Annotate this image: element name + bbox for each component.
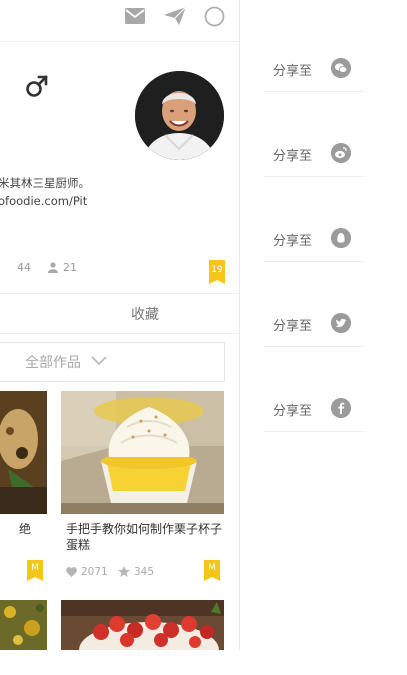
bio-link[interactable]: ofoodie.com/Pit	[0, 192, 230, 210]
avatar[interactable]	[135, 71, 224, 160]
male-icon	[26, 75, 48, 97]
followers-icon	[48, 262, 58, 273]
bio-line: 米其林三星厨师。	[0, 176, 90, 190]
facebook-icon	[331, 398, 351, 418]
work-card-title[interactable]: 绝	[19, 521, 31, 537]
tab-favorites[interactable]: 收藏	[131, 304, 159, 324]
work-card-image[interactable]	[0, 600, 47, 650]
qq-icon	[331, 228, 351, 248]
favorite-count: 345	[134, 566, 155, 578]
work-badge-label: M	[31, 563, 39, 573]
level-badge-count: 19	[211, 265, 223, 275]
top-bar	[0, 0, 239, 42]
circle-icon[interactable]	[204, 6, 225, 27]
share-label: 分享至	[273, 64, 313, 79]
send-icon[interactable]	[164, 7, 186, 25]
twitter-icon	[331, 313, 351, 333]
stat-count: 44	[17, 261, 31, 274]
work-badge: M	[204, 560, 220, 581]
work-card-title[interactable]: 手把手教你如何制作栗子杯子蛋糕	[66, 521, 226, 553]
profile-bio: 米其林三星厨师。 ofoodie.com/Pit	[0, 174, 230, 210]
share-label: 分享至	[273, 319, 313, 334]
profile-panel: 米其林三星厨师。 ofoodie.com/Pit 44 21 19 收藏 全部作…	[0, 0, 239, 675]
work-badge-label: M	[208, 563, 216, 573]
share-facebook[interactable]: 分享至	[264, 386, 364, 432]
like-count: 2071	[81, 566, 108, 578]
work-card-image[interactable]	[0, 391, 47, 514]
work-badge: M	[27, 560, 43, 581]
mail-icon[interactable]	[125, 8, 145, 24]
heart-icon	[66, 567, 77, 577]
weibo-icon	[331, 143, 351, 163]
works-filter-dropdown[interactable]: 全部作品	[0, 342, 225, 382]
work-card-image[interactable]	[61, 600, 224, 650]
level-badge: 19	[209, 260, 225, 284]
profile-tabs: 收藏	[0, 293, 239, 334]
filter-label: 全部作品	[25, 355, 81, 371]
followers-count: 21	[63, 261, 77, 274]
wechat-icon	[331, 58, 351, 78]
work-card-image[interactable]	[61, 391, 224, 514]
share-weibo[interactable]: 分享至	[264, 131, 364, 177]
share-wechat[interactable]: 分享至	[264, 46, 364, 92]
share-label: 分享至	[273, 149, 313, 164]
share-label: 分享至	[273, 234, 313, 249]
share-qq[interactable]: 分享至	[264, 216, 364, 262]
star-icon	[118, 566, 130, 577]
panel-divider	[239, 0, 240, 650]
share-label: 分享至	[273, 404, 313, 419]
chevron-down-icon	[91, 356, 107, 366]
share-twitter[interactable]: 分享至	[264, 301, 364, 347]
